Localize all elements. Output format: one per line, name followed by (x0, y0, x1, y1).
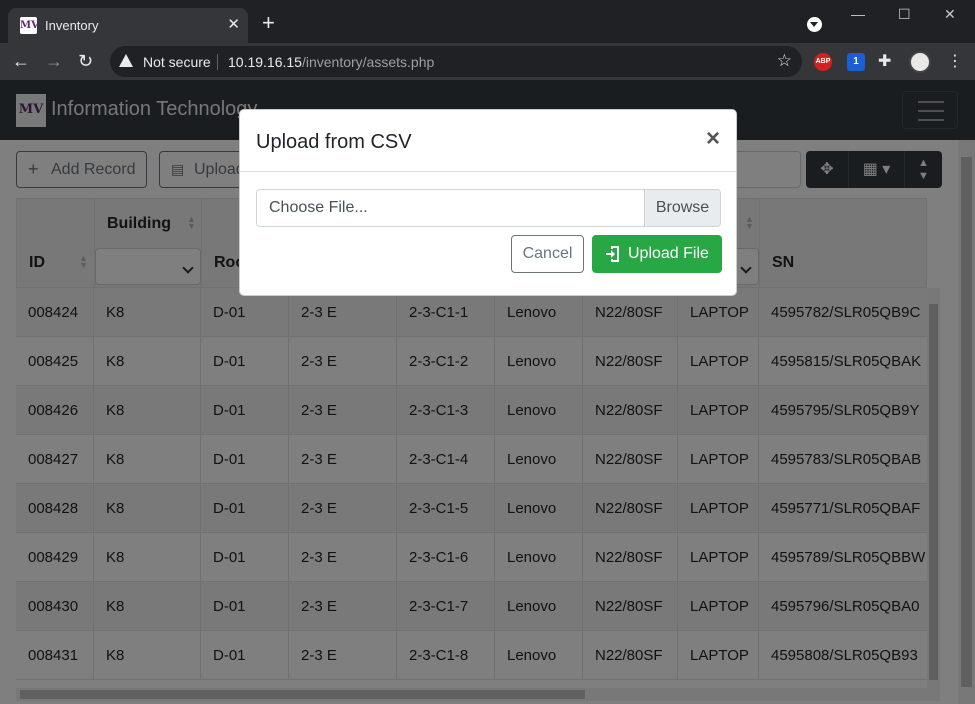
tab-title: Inventory (45, 18, 99, 33)
reload-icon[interactable]: ↻ (78, 49, 93, 73)
upload-file-button[interactable]: Upload File (592, 235, 722, 273)
minimize-icon[interactable]: — (851, 6, 865, 22)
sign-in-icon (606, 246, 619, 262)
close-icon[interactable]: × (706, 127, 720, 151)
bookmark-star-icon[interactable]: ☆ (777, 51, 792, 71)
cancel-button[interactable]: Cancel (511, 235, 584, 273)
browser-tabbar: MV Inventory ✕ + — ☐ ✕ (0, 0, 975, 43)
upload-csv-modal: Upload from CSV × Choose File... Browse … (239, 109, 737, 296)
new-tab-icon[interactable]: + (262, 12, 275, 34)
extensions-puzzle-icon[interactable]: ✚ (878, 53, 896, 71)
url-text[interactable]: 10.19.16.15/inventory/assets.php (228, 54, 434, 70)
omnibox-divider (217, 54, 218, 70)
adblock-plus-icon[interactable]: ABP (814, 53, 832, 71)
window-close-icon[interactable]: ✕ (944, 6, 956, 23)
security-label[interactable]: Not secure (143, 54, 211, 70)
browser-tab[interactable]: MV Inventory ✕ (8, 8, 248, 43)
web-page: MV Information Technology + Add Record ▤… (0, 80, 975, 704)
upload-file-label: Upload File (628, 245, 709, 262)
browse-button[interactable]: Browse (644, 190, 720, 226)
bitwarden-icon[interactable]: 1 (847, 53, 865, 71)
maximize-icon[interactable]: ☐ (898, 6, 911, 23)
tab-search-icon[interactable] (807, 17, 822, 32)
tab-close-icon[interactable]: ✕ (227, 15, 240, 33)
file-placeholder: Choose File... (269, 199, 368, 216)
url-path: /inventory/assets.php (301, 54, 435, 70)
url-host: 10.19.16.15 (228, 54, 302, 70)
browser-menu-icon[interactable]: ⋮ (947, 53, 965, 71)
file-input[interactable]: Choose File... Browse (256, 189, 721, 227)
forward-icon[interactable]: → (45, 49, 63, 73)
modal-header: Upload from CSV × (240, 110, 736, 172)
warning-icon (119, 54, 133, 67)
back-icon[interactable]: ← (12, 49, 30, 73)
address-bar[interactable]: Not secure 10.19.16.15/inventory/assets.… (110, 46, 802, 77)
profile-avatar[interactable] (909, 51, 931, 73)
favicon-icon: MV (20, 17, 39, 34)
modal-title: Upload from CSV (256, 131, 412, 153)
browser-toolbar: ← → ↻ Not secure 10.19.16.15/inventory/a… (0, 43, 975, 80)
